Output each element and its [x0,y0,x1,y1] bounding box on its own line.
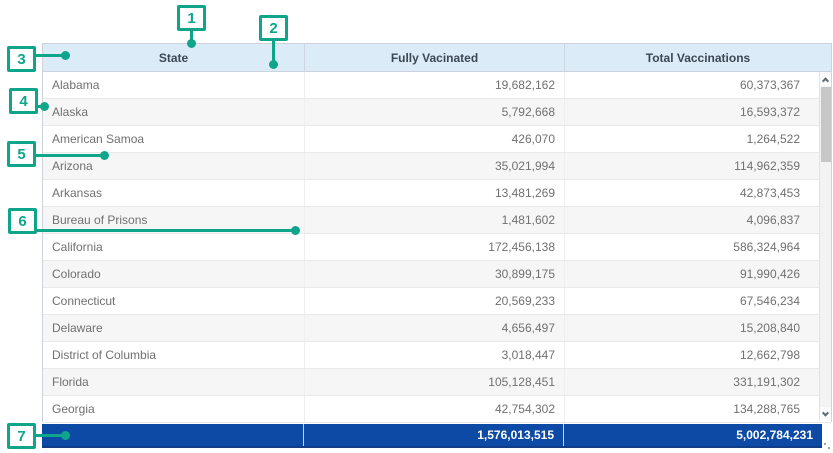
vertical-scrollbar[interactable] [819,72,831,421]
table-row[interactable]: Colorado 30,899,175 91,990,426 [43,261,831,288]
callout-4: 4 [9,88,38,114]
callout-3-dot [61,51,70,60]
callout-5-dot [100,151,109,160]
cell-total-vaccinations: 60,373,367 [564,72,809,98]
cell-fully-vaccinated: 3,018,447 [304,342,564,368]
table-row[interactable]: Arizona 35,021,994 114,962,359 [43,153,831,180]
cell-fully-vaccinated: 4,656,497 [304,315,564,341]
cell-total-vaccinations: 16,593,372 [564,99,809,125]
cell-total-vaccinations: 586,324,964 [564,234,809,260]
callout-3-connector [35,54,63,57]
callout-5: 5 [7,141,36,167]
callout-7-label: 7 [17,428,25,445]
chevron-down-icon [822,409,829,416]
summary-row: 1,576,013,515 5,002,784,231 [42,424,822,448]
cell-total-vaccinations: 114,962,359 [564,153,809,179]
cell-total-vaccinations: 12,662,798 [564,342,809,368]
cell-total-vaccinations: 331,191,302 [564,369,809,395]
cell-fully-vaccinated: 20,569,233 [304,288,564,314]
table-row[interactable]: Arkansas 13,481,269 42,873,453 [43,180,831,207]
table-row[interactable]: American Samoa 426,070 1,264,522 [43,126,831,153]
cell-fully-vaccinated: 30,899,175 [304,261,564,287]
table-row[interactable]: Florida 105,128,451 331,191,302 [43,369,831,396]
cell-total-vaccinations: 4,096,837 [564,207,809,233]
cell-state: California [43,234,304,260]
cell-fully-vaccinated: 5,792,668 [304,99,564,125]
table-row[interactable]: Alaska 5,792,668 16,593,372 [43,99,831,126]
cell-total-vaccinations: 42,873,453 [564,180,809,206]
scrollbar-thumb[interactable] [821,87,831,162]
callout-1: 1 [177,5,206,31]
cell-state: Florida [43,369,304,395]
attribute-table: State Fully Vacinated Total Vaccinations… [42,43,832,422]
callout-7: 7 [7,423,36,449]
table-row[interactable]: Delaware 4,656,497 15,208,840 [43,315,831,342]
callout-4-label: 4 [19,93,27,110]
cell-fully-vaccinated: 1,481,602 [304,207,564,233]
cell-state: Alabama [43,72,304,98]
cell-fully-vaccinated: 42,754,302 [304,396,564,422]
summary-cell-fully-vaccinated: 1,576,013,515 [303,424,563,446]
cell-total-vaccinations: 67,546,234 [564,288,809,314]
cell-state: Arkansas [43,180,304,206]
callout-2-dot [269,60,278,69]
resize-grip-dot [824,443,826,445]
resize-grip-dot [828,447,830,449]
callout-6-dot [291,226,300,235]
table-row[interactable]: California 172,456,138 586,324,964 [43,234,831,261]
table-row[interactable]: Connecticut 20,569,233 67,546,234 [43,288,831,315]
table-header-row: State Fully Vacinated Total Vaccinations [43,44,831,72]
column-header-state[interactable]: State [43,44,304,71]
callout-6-connector [36,229,293,232]
table-row[interactable]: Alabama 19,682,162 60,373,367 [43,72,831,99]
column-header-fully-vaccinated[interactable]: Fully Vacinated [304,44,564,71]
cell-fully-vaccinated: 105,128,451 [304,369,564,395]
callout-5-label: 5 [17,146,25,163]
cell-fully-vaccinated: 13,481,269 [304,180,564,206]
callout-1-dot [187,39,196,48]
cell-state: Georgia [43,396,304,422]
cell-total-vaccinations: 15,208,840 [564,315,809,341]
callout-3: 3 [7,46,36,72]
cell-fully-vaccinated: 426,070 [304,126,564,152]
cell-total-vaccinations: 91,990,426 [564,261,809,287]
callout-2-connector [272,41,275,61]
callout-6-label: 6 [18,213,26,230]
scroll-down-button[interactable] [820,407,831,421]
callout-4-dot [40,102,49,111]
callout-7-connector [35,434,63,437]
column-header-total-vaccinations[interactable]: Total Vaccinations [564,44,831,71]
cell-state: District of Columbia [43,342,304,368]
chevron-up-icon [822,77,829,84]
callout-7-dot [61,431,70,440]
table-row[interactable]: District of Columbia 3,018,447 12,662,79… [43,342,831,369]
callout-3-label: 3 [17,51,25,68]
callout-2: 2 [259,15,288,41]
callout-1-label: 1 [187,10,195,27]
table-row[interactable]: Georgia 42,754,302 134,288,765 [43,396,831,423]
cell-fully-vaccinated: 35,021,994 [304,153,564,179]
cell-state: Connecticut [43,288,304,314]
cell-total-vaccinations: 1,264,522 [564,126,809,152]
callout-6: 6 [8,208,37,234]
callout-5-connector [35,154,102,157]
scroll-up-button[interactable] [820,72,831,86]
summary-cell-state [42,424,303,446]
cell-state: Alaska [43,99,304,125]
callout-2-label: 2 [269,20,277,37]
summary-cell-total-vaccinations: 5,002,784,231 [563,424,822,446]
cell-fully-vaccinated: 172,456,138 [304,234,564,260]
cell-fully-vaccinated: 19,682,162 [304,72,564,98]
cell-state: Delaware [43,315,304,341]
table-body: Alabama 19,682,162 60,373,367 Alaska 5,7… [43,72,831,423]
cell-state: American Samoa [43,126,304,152]
cell-total-vaccinations: 134,288,765 [564,396,809,422]
cell-state: Colorado [43,261,304,287]
